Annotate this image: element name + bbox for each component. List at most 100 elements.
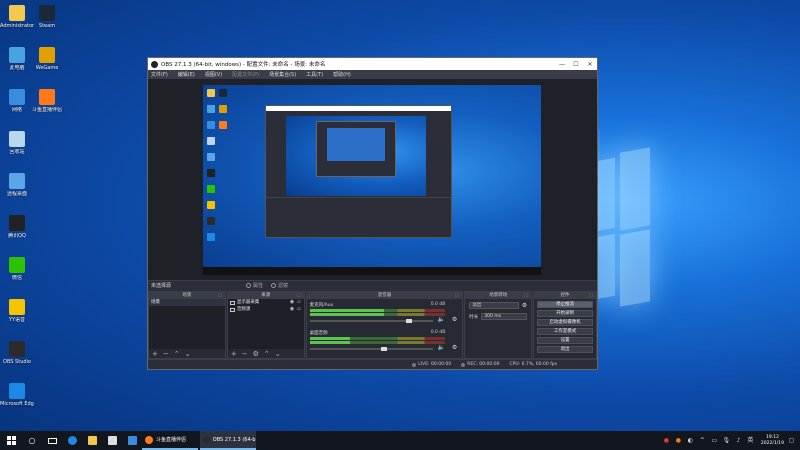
duration-input[interactable]: 300 ms — [481, 313, 528, 320]
desktop-icon[interactable]: 回收站 — [0, 131, 34, 155]
menu-item[interactable]: 编辑(E) — [178, 71, 195, 78]
app-icon — [9, 383, 25, 399]
control-button[interactable]: 启动虚拟摄像机 — [537, 319, 593, 326]
app-icon — [9, 173, 25, 189]
menu-item[interactable]: 文件(F) — [151, 71, 168, 78]
tray-app-icon[interactable]: ● — [662, 437, 671, 444]
dock-pin-icon[interactable]: ⬚ — [589, 292, 593, 299]
volume-slider[interactable] — [309, 347, 434, 351]
desktop-icon[interactable]: 斗鱼直播伴侣 — [30, 89, 64, 113]
dock-pin-icon[interactable]: ⬚ — [524, 292, 528, 299]
eye-icon[interactable]: ◉ — [290, 306, 294, 313]
mixer-body: 麦克风/Aux 0.0 dB 🔈 ⚙ 桌面音频 0.0 dB 🔈 ⚙ — [306, 299, 463, 358]
scene-item[interactable]: 场景 — [149, 299, 225, 306]
move-up-button[interactable]: ⌃ — [264, 350, 270, 358]
tray-app-icon[interactable]: ● — [674, 437, 683, 444]
microphone-icon[interactable]: 🎙 — [722, 437, 731, 444]
tray-app-icon[interactable]: ◐ — [686, 437, 695, 444]
taskbar-explorer[interactable] — [82, 431, 102, 450]
cpu-status: CPU: 0.7%, 60.00 fps — [509, 362, 558, 367]
filters-button[interactable]: 滤镜 — [271, 282, 288, 289]
maximize-button[interactable]: ☐ — [569, 61, 583, 68]
scene-list: 场景 — [149, 299, 225, 349]
desktop-icon[interactable]: Steam — [30, 5, 64, 29]
rec-status: REC: 00:00:00 — [461, 362, 500, 367]
taskbar-app-button[interactable]: OBS 27.1.3 (64-bit... — [200, 431, 256, 450]
move-down-button[interactable]: ⌄ — [185, 350, 191, 358]
volume-icon[interactable]: ♪ — [734, 437, 743, 444]
desktop-icon[interactable]: Microsoft Edge — [0, 383, 34, 407]
desktop-icon[interactable]: OBS Studio — [0, 341, 34, 365]
menu-item[interactable]: 场景集合(S) — [269, 71, 296, 78]
input-method-icon[interactable]: 英 — [746, 437, 755, 444]
lock-icon[interactable]: ▫ — [297, 299, 300, 306]
properties-button[interactable]: 属性 — [246, 282, 263, 289]
chevron-up-icon[interactable]: ^ — [698, 437, 707, 444]
add-scene-button[interactable]: + — [152, 350, 158, 358]
eye-icon[interactable]: ◉ — [290, 299, 294, 306]
preview-canvas[interactable] — [203, 85, 541, 275]
source-item[interactable]: 显示器采集 ◉ ▫ — [228, 299, 304, 306]
move-down-button[interactable]: ⌄ — [275, 350, 281, 358]
close-button[interactable]: ✕ — [583, 61, 597, 68]
desktop-icon[interactable]: 此电脑 — [0, 47, 34, 71]
gear-icon[interactable]: ⚙ — [452, 316, 457, 323]
task-view-button[interactable] — [42, 431, 62, 450]
source-settings-button[interactable]: ⚙ — [253, 350, 259, 358]
clock-date: 2022/1/19 — [760, 440, 784, 446]
move-up-button[interactable]: ⌃ — [174, 350, 180, 358]
control-button[interactable]: 停止推流 — [537, 301, 593, 308]
dock-pin-icon[interactable]: ⬚ — [455, 292, 459, 299]
obs-menubar: 文件(F) 编辑(E) 视图(V) 配置文件(P) 场景集合(S) 工具(T) 帮助(H) — [148, 70, 597, 79]
taskbar-store[interactable] — [102, 431, 122, 450]
network-icon[interactable]: ▭ — [710, 437, 719, 444]
menu-item[interactable]: 工具(T) — [306, 71, 323, 78]
menu-item[interactable]: 视图(V) — [205, 71, 222, 78]
mixer-header: 混音器 — [377, 293, 392, 298]
taskbar-edge[interactable] — [62, 431, 82, 450]
control-button[interactable]: 设置 — [537, 337, 593, 344]
volume-slider[interactable] — [309, 319, 434, 323]
desktop-icon[interactable]: WeGame — [30, 47, 64, 71]
control-button[interactable]: 退出 — [537, 346, 593, 353]
sources-dock: 来源 ⬚ 显示器采集 ◉ ▫ 音频源 ◉ ▫ + − ⚙ ⌃ ⌄ — [226, 291, 305, 359]
control-button[interactable]: 工作室模式 — [537, 328, 593, 335]
remove-source-button[interactable]: − — [242, 350, 248, 358]
app-icon — [145, 435, 153, 444]
lock-icon[interactable]: ▫ — [297, 306, 300, 313]
speaker-icon[interactable]: 🔈 — [438, 316, 445, 323]
dock-pin-icon[interactable]: ⬚ — [296, 292, 300, 299]
menu-item[interactable]: 配置文件(P) — [232, 71, 259, 78]
clock[interactable]: 19:12 2022/1/19 — [761, 435, 784, 447]
search-button[interactable]: ○ — [22, 431, 42, 450]
app-icon — [9, 341, 25, 357]
desktop-icon[interactable]: 微信 — [0, 257, 34, 281]
transitions-header: 场景转场 — [489, 293, 508, 298]
desktop-icon[interactable]: 远程桌面 — [0, 173, 34, 197]
obs-titlebar[interactable]: OBS 27.1.3 (64-bit, windows) - 配置文件: 未命名… — [148, 58, 597, 70]
desktop-icon[interactable]: 腾讯QQ — [0, 215, 34, 239]
app-icon — [9, 299, 25, 315]
source-item[interactable]: 音频源 ◉ ▫ — [228, 306, 304, 313]
speaker-icon[interactable]: 🔈 — [438, 344, 445, 351]
dock-pin-icon[interactable]: ⬚ — [218, 292, 222, 299]
desktop-icon[interactable]: 网络 — [0, 89, 34, 113]
minimize-button[interactable]: — — [555, 61, 569, 68]
taskbar-mail[interactable] — [122, 431, 142, 450]
desktop-icon[interactable]: YY语音 — [0, 299, 34, 323]
remove-scene-button[interactable]: − — [163, 350, 169, 358]
gear-icon[interactable]: ⚙ — [452, 344, 457, 351]
control-button[interactable]: 开始录制 — [537, 310, 593, 317]
mixer-channel: 桌面音频 0.0 dB 🔈 ⚙ — [309, 330, 460, 354]
transition-settings-icon[interactable]: ⚙ — [522, 302, 527, 309]
app-icon — [9, 215, 25, 231]
desktop-icon[interactable]: Administrator — [0, 5, 34, 29]
notification-icon[interactable]: ▢ — [787, 437, 796, 444]
taskbar-app-button[interactable]: 斗鱼直播伴侣 — [142, 431, 198, 450]
transition-select[interactable]: 淡出 — [469, 302, 519, 309]
volume-meter — [309, 313, 446, 316]
menu-item[interactable]: 帮助(H) — [333, 71, 351, 78]
start-button[interactable] — [0, 431, 22, 450]
app-icon — [9, 131, 25, 147]
add-source-button[interactable]: + — [231, 350, 237, 358]
